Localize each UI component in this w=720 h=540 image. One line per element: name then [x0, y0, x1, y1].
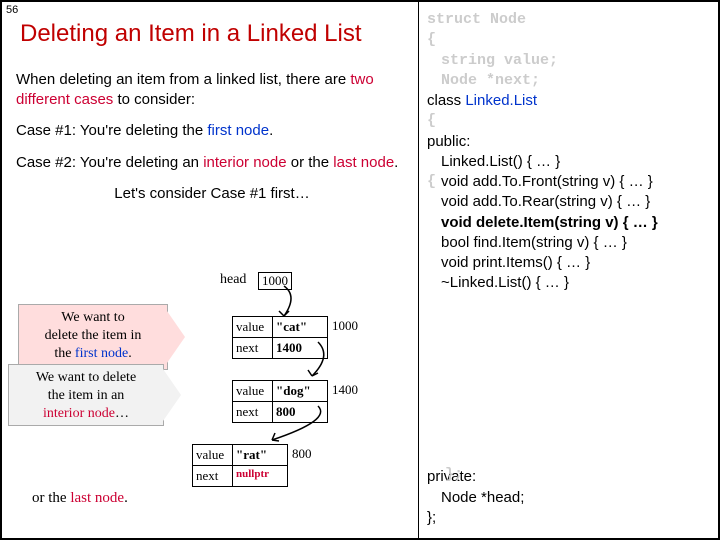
- public-label: public:: [427, 132, 712, 152]
- left-column: When deleting an item from a linked list…: [16, 66, 408, 216]
- class-decl: class Linked.List: [427, 91, 712, 111]
- addr-1: 1000: [332, 318, 358, 334]
- case-2: Case #2: You're deleting an interior nod…: [16, 153, 408, 173]
- addrear-line: void add.To.Rear(string v) { … }: [441, 192, 712, 212]
- head-label: head: [220, 272, 246, 288]
- lets-consider: Let's consider Case #1 first…: [16, 184, 408, 204]
- diagram: head 1000 value"cat" next1400 1000 value…: [22, 272, 402, 532]
- addfront-line: void add.To.Front(string v) { … }: [441, 173, 653, 190]
- ghost-end: };: [445, 465, 463, 485]
- slide: 56 Deleting an Item in a Linked List Whe…: [0, 0, 720, 540]
- find-line: bool find.Item(string v) { … }: [441, 233, 712, 253]
- dtor-line: ~Linked.List() { … }: [441, 273, 712, 293]
- or-last-node: or the last node.: [32, 490, 128, 507]
- private-label: private:: [427, 467, 524, 487]
- callout-interior-node: We want to delete the item in an interio…: [8, 364, 164, 426]
- ctor-line: Linked.List() { … }: [441, 152, 712, 172]
- callout-first-node: We want to delete the item in the first …: [18, 304, 168, 370]
- node-3: value"rat" nextnullptr: [192, 444, 288, 487]
- intro-text: When deleting an item from a linked list…: [16, 70, 408, 109]
- arrow-2-3: [312, 406, 342, 446]
- ghost-struct: struct Node { string value; Node *next;: [427, 10, 712, 91]
- slide-number: 56: [6, 4, 18, 16]
- class-end: };: [427, 508, 524, 528]
- addr-3: 800: [292, 446, 312, 462]
- case-1: Case #1: You're deleting the first node.: [16, 121, 408, 141]
- print-line: void print.Items() { … }: [441, 253, 712, 273]
- ghost-brace: {: [427, 111, 712, 131]
- head-member: Node *head;: [441, 488, 524, 508]
- delete-line: void delete.Item(string v) { … }: [441, 213, 712, 233]
- arrow-1-2: [312, 342, 342, 382]
- code-panel: struct Node { string value; Node *next; …: [418, 2, 718, 538]
- ghost-inner-brace: {: [427, 172, 436, 192]
- addr-2: 1400: [332, 382, 358, 398]
